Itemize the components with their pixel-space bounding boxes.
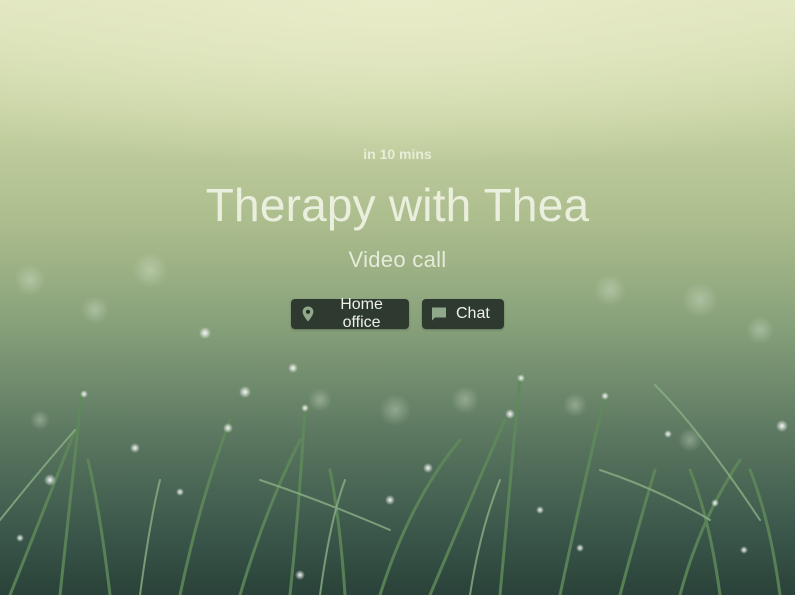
- location-pin-icon: [301, 306, 315, 322]
- event-actions: Home office Chat: [0, 296, 795, 331]
- location-chip[interactable]: Home office: [291, 296, 409, 331]
- event-eta: in 10 mins: [363, 146, 432, 162]
- event-type: Video call: [348, 247, 447, 272]
- chat-chip[interactable]: Chat: [422, 299, 504, 329]
- chat-bubble-icon: [431, 306, 447, 322]
- location-label: Home office: [340, 296, 383, 331]
- event-title: Therapy with Thea: [205, 179, 590, 231]
- chat-label: Chat: [456, 305, 490, 322]
